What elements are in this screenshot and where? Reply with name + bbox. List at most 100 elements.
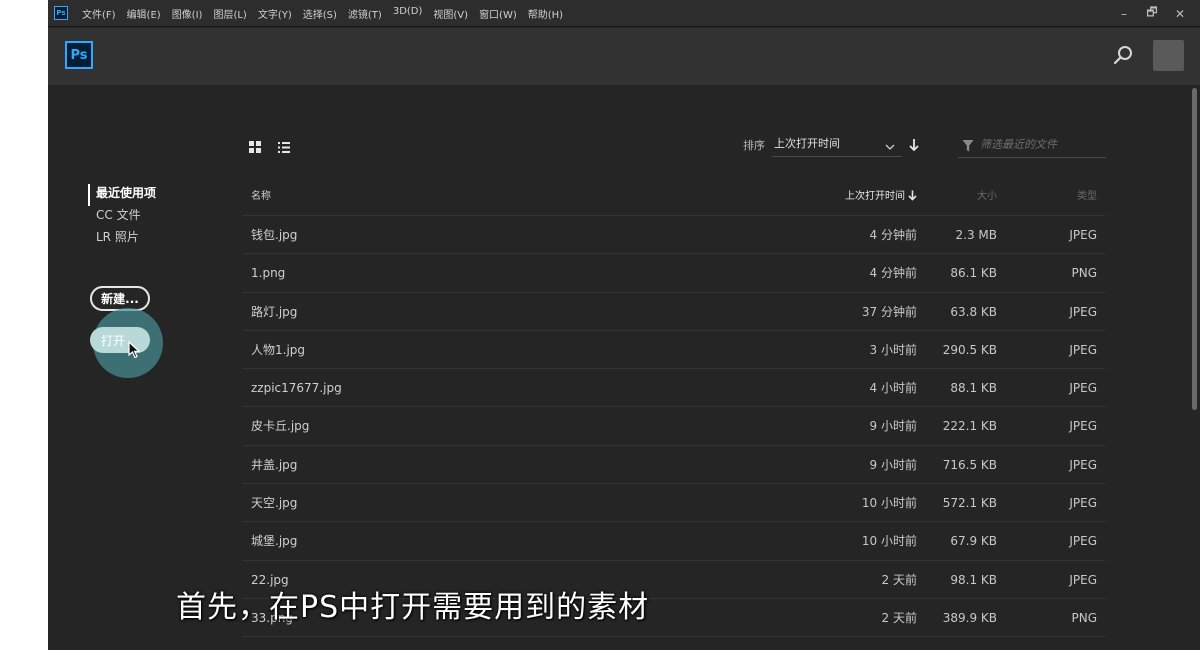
file-date: 37 分钟前: [861, 304, 917, 319]
file-type: JPEG: [1069, 419, 1097, 434]
home-header: Ps: [48, 28, 1200, 85]
file-type: JPEG: [1069, 228, 1097, 242]
file-date: 4 分钟前: [869, 266, 917, 281]
file-size: 86.1 KB: [950, 266, 997, 281]
sidebar-item-lr-photos[interactable]: LR 照片: [88, 228, 156, 250]
file-date: 2 天前: [881, 610, 917, 625]
file-name: zzpic17677.jpg: [251, 381, 342, 396]
menu-image[interactable]: 图像(I): [172, 6, 203, 21]
file-date: 9 小时前: [869, 457, 917, 472]
file-name: 皮卡丘.jpg: [251, 419, 310, 434]
menu-view[interactable]: 视图(V): [433, 6, 468, 21]
list-view-icon[interactable]: [278, 139, 291, 153]
file-size: 98.1 KB: [950, 572, 997, 587]
file-size: 67.9 KB: [950, 534, 997, 549]
table-row[interactable]: 天空.jpg 10 小时前 572.1 KB JPEG: [243, 484, 1105, 523]
file-size: 389.9 KB: [942, 610, 997, 625]
ps-logo: Ps: [65, 41, 93, 69]
file-date: 9 小时前: [869, 419, 917, 434]
file-size: 88.1 KB: [950, 381, 997, 396]
sort-select-value: 上次打开时间: [774, 137, 840, 150]
file-type: JPEG: [1069, 534, 1097, 549]
search-icon[interactable]: [1112, 43, 1136, 67]
file-name: 井盖.jpg: [251, 457, 298, 472]
file-date: 10 小时前: [861, 496, 917, 511]
scrollbar[interactable]: [1192, 88, 1197, 410]
file-size: 572.1 KB: [942, 496, 997, 511]
sort-arrow-icon: [908, 190, 917, 201]
file-type: JPEG: [1069, 572, 1097, 587]
file-type: JPEG: [1069, 342, 1097, 357]
new-button[interactable]: 新建...: [90, 286, 150, 311]
sort-direction-icon[interactable]: [908, 137, 920, 152]
col-date-label: 上次打开时间: [845, 191, 905, 202]
file-name: 1.png: [251, 266, 286, 281]
sort-label: 排序: [743, 139, 765, 152]
mouse-cursor-icon: [128, 340, 142, 359]
avatar[interactable]: [1153, 40, 1184, 71]
file-date: 10 小时前: [861, 534, 917, 549]
file-size: 290.5 KB: [942, 342, 997, 357]
menu-help[interactable]: 帮助(H): [528, 6, 563, 21]
file-name: 路灯.jpg: [251, 304, 298, 319]
file-date: 4 小时前: [869, 381, 917, 396]
file-name: 钱包.jpg: [251, 228, 298, 242]
table-row[interactable]: 城堡.jpg 10 小时前 67.9 KB JPEG: [243, 522, 1105, 561]
file-date: 4 分钟前: [869, 228, 917, 242]
grid-view-icon[interactable]: [249, 139, 262, 153]
table-row[interactable]: 人物1.jpg 3 小时前 290.5 KB JPEG: [243, 331, 1105, 370]
col-size-header[interactable]: 大小: [977, 178, 997, 216]
chevron-down-icon: [884, 137, 896, 150]
file-size: 222.1 KB: [942, 419, 997, 434]
menu-3d[interactable]: 3D(D): [393, 6, 423, 21]
file-type: JPEG: [1069, 304, 1097, 319]
menu-select[interactable]: 选择(S): [303, 6, 337, 21]
file-type: PNG: [1071, 610, 1097, 625]
file-name: 天空.jpg: [251, 496, 298, 511]
file-type: JPEG: [1069, 496, 1097, 511]
menu-type[interactable]: 文字(Y): [258, 6, 292, 21]
file-date: 2 天前: [881, 572, 917, 587]
restore-button[interactable]: 🗗: [1138, 3, 1166, 24]
file-name: 城堡.jpg: [251, 534, 298, 549]
table-row[interactable]: 钱包.jpg 4 分钟前 2.3 MB JPEG: [243, 216, 1105, 255]
filter-field: [958, 131, 1106, 158]
file-name: 人物1.jpg: [251, 342, 306, 357]
table-row[interactable]: 路灯.jpg 37 分钟前 63.8 KB JPEG: [243, 293, 1105, 331]
menu-file[interactable]: 文件(F): [82, 6, 116, 21]
recent-files-table: 名称 上次打开时间 大小 类型 钱包.jpg 4 分钟前 2.3 MB JPEG…: [243, 178, 1105, 638]
table-row[interactable]: zzpic17677.jpg 4 小时前 88.1 KB JPEG: [243, 369, 1105, 408]
app-icon[interactable]: Ps: [54, 6, 68, 20]
minimize-button[interactable]: –: [1110, 7, 1138, 21]
col-type-header[interactable]: 类型: [1077, 178, 1097, 216]
menu-items: 文件(F) 编辑(E) 图像(I) 图层(L) 文字(Y) 选择(S) 滤镜(T…: [82, 6, 574, 21]
menu-layer[interactable]: 图层(L): [213, 6, 246, 21]
photoshop-window: Ps 文件(F) 编辑(E) 图像(I) 图层(L) 文字(Y) 选择(S) 滤…: [48, 0, 1200, 650]
table-row[interactable]: 皮卡丘.jpg 9 小时前 222.1 KB JPEG: [243, 407, 1105, 446]
col-date-header[interactable]: 上次打开时间: [845, 178, 917, 216]
window-controls: – 🗗 ✕: [1110, 0, 1194, 27]
filter-icon: [962, 138, 974, 152]
file-size: 716.5 KB: [942, 457, 997, 472]
file-size: 2.3 MB: [955, 228, 997, 242]
menu-window[interactable]: 窗口(W): [479, 6, 517, 21]
file-size: 63.8 KB: [950, 304, 997, 319]
sidebar-item-cc-files[interactable]: CC 文件: [88, 206, 156, 228]
sidebar-nav: 最近使用项 CC 文件 LR 照片: [88, 184, 156, 250]
sidebar-item-recent[interactable]: 最近使用项: [88, 184, 156, 206]
table-row[interactable]: 井盖.jpg 9 小时前 716.5 KB JPEG: [243, 446, 1105, 485]
file-type: JPEG: [1069, 381, 1097, 396]
menu-edit[interactable]: 编辑(E): [127, 6, 161, 21]
table-header: 名称 上次打开时间 大小 类型: [243, 178, 1105, 216]
file-type: JPEG: [1069, 457, 1097, 472]
close-button[interactable]: ✕: [1166, 7, 1194, 21]
file-type: PNG: [1071, 266, 1097, 281]
filter-input[interactable]: [980, 134, 1104, 154]
menu-filter[interactable]: 滤镜(T): [348, 6, 382, 21]
sort-select[interactable]: 上次打开时间: [772, 131, 902, 157]
file-date: 3 小时前: [869, 342, 917, 357]
col-name-header[interactable]: 名称: [251, 178, 271, 216]
menu-bar: Ps 文件(F) 编辑(E) 图像(I) 图层(L) 文字(Y) 选择(S) 滤…: [48, 0, 1200, 27]
table-row[interactable]: 1.png 4 分钟前 86.1 KB PNG: [243, 254, 1105, 293]
video-subtitle: 首先，在PS中打开需要用到的素材: [176, 590, 650, 625]
